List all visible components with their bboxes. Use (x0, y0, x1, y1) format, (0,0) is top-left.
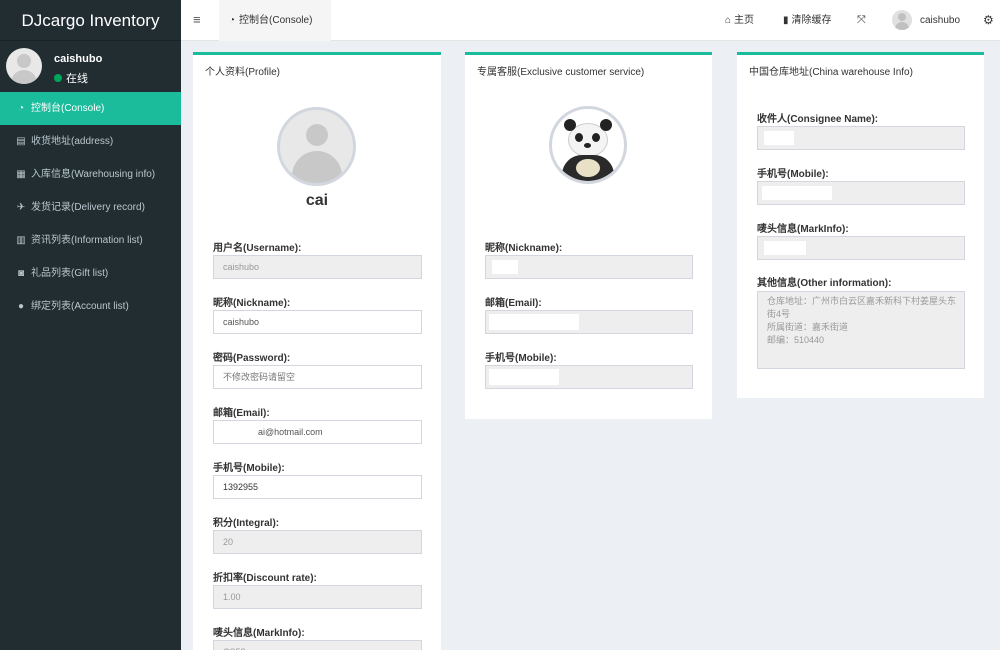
truck-icon: ✈ (16, 202, 26, 213)
password-label: 密码(Password): (213, 353, 291, 364)
sidebar-item-label: 控制台(Console) (31, 103, 105, 114)
sidebar-item-label: 入库信息(Warehousing info) (31, 169, 156, 180)
globe-icon: ● (17, 301, 25, 312)
username-label: 用户名(Username): (213, 243, 302, 254)
service-mobile-field (485, 365, 693, 389)
avatar (892, 10, 912, 31)
sidebar-item-address[interactable]: ▤ 收货地址(address) (0, 125, 181, 158)
mobile-field[interactable] (213, 475, 422, 499)
warehouse-markinfo-field (757, 236, 965, 260)
service-title: 专属客服(Exclusive customer service) (477, 67, 645, 78)
service-email-label: 邮箱(Email): (485, 298, 542, 309)
username-field (213, 255, 422, 279)
sidebar-item-label: 绑定列表(Account list) (31, 301, 129, 312)
inbox-icon: ▦ (16, 169, 26, 180)
dashboard-icon: ◔ (229, 15, 236, 26)
list-icon: ▥ (16, 235, 26, 246)
sidebar-menu: ◔ 控制台(Console) ▤ 收货地址(address) ▦ 入库信息(Wareh… (0, 92, 181, 323)
other-info-label: 其他信息(Other information): (757, 278, 892, 289)
sidebar-item-warehousing[interactable]: ▦ 入库信息(Warehousing info) (0, 158, 181, 191)
home-link[interactable]: ⌂ 主页 (725, 0, 754, 41)
nickname-label: 昵称(Nickname): (213, 298, 291, 309)
discount-label: 折扣率(Discount rate): (213, 573, 317, 584)
integral-label: 积分(Integral): (213, 518, 280, 529)
sidebar-item-label: 收货地址(address) (31, 136, 114, 147)
user-name: caishubo (54, 53, 103, 65)
sidebar-item-label: 资讯列表(Information list) (31, 235, 143, 246)
tab-console[interactable]: ◔ 控制台(Console) (219, 0, 331, 41)
profile-title: 个人资料(Profile) (205, 67, 281, 78)
other-info-textarea[interactable]: 仓库地址：广州市白云区嘉禾新科下村姜屋头东街4号 所属街道：嘉禾街道 邮编：51… (757, 291, 965, 369)
avatar (6, 48, 42, 84)
service-nickname-field (485, 255, 693, 279)
sidebar-item-account[interactable]: ● 绑定列表(Account list) (0, 290, 181, 323)
mobile-label: 手机号(Mobile): (213, 463, 285, 474)
online-dot-icon (54, 74, 62, 82)
user-status: 在线 (54, 70, 88, 86)
service-panel: 专属客服(Exclusive customer service) 昵称(Nick… (465, 52, 712, 419)
sidebar: DJcargo Inventory caishubo 在线 ◔ 控制台(Conso… (0, 0, 181, 650)
sidebar-item-label: 礼品列表(Gift list) (31, 268, 109, 279)
integral-field (213, 530, 422, 554)
markinfo-field (213, 640, 422, 650)
settings-gear-icon[interactable]: ⚙ (983, 0, 994, 41)
nickname-field[interactable] (213, 310, 422, 334)
sidebar-item-console[interactable]: ◔ 控制台(Console) (0, 92, 181, 125)
warehouse-mobile-label: 手机号(Mobile): (757, 169, 829, 180)
gift-icon: ◙ (17, 268, 25, 279)
markinfo-label: 唛头信息(MarkInfo): (213, 628, 305, 639)
top-header: ≡ ◔ 控制台(Console) ⌂ 主页 ▮ 清除缓存 ⤧ caishubo ⚙ (181, 0, 1000, 41)
header-user-name: caishubo (920, 15, 961, 26)
address-card-icon: ▤ (16, 136, 26, 147)
home-label: 主页 (734, 15, 755, 26)
warehouse-markinfo-label: 唛头信息(MarkInfo): (757, 224, 849, 235)
profile-display-name: cai (305, 192, 329, 209)
email-label: 邮箱(Email): (213, 408, 270, 419)
profile-avatar (277, 107, 356, 186)
password-field[interactable] (213, 365, 422, 389)
menu-toggle-icon[interactable]: ≡ (193, 12, 201, 27)
warehouse-mobile-field (757, 181, 965, 205)
clear-cache-button[interactable]: ▮ 清除缓存 (783, 0, 832, 41)
fullscreen-icon[interactable]: ⤧ (857, 0, 866, 41)
discount-field (213, 585, 422, 609)
warehouse-panel: 中国仓库地址(China warehouse Info) 收件人(Consign… (737, 52, 984, 398)
user-status-text: 在线 (66, 73, 88, 85)
consignee-field (757, 126, 965, 150)
warehouse-title: 中国仓库地址(China warehouse Info) (749, 67, 913, 78)
dashboard-icon: ◔ (17, 103, 25, 114)
clear-cache-label: 清除缓存 (791, 15, 832, 26)
consignee-label: 收件人(Consignee Name): (757, 114, 879, 125)
service-nickname-label: 昵称(Nickname): (485, 243, 563, 254)
profile-panel: 个人资料(Profile) cai 用户名(Username): 昵称(Nick… (193, 52, 441, 650)
sidebar-item-label: 发货记录(Delivery record) (31, 202, 145, 213)
user-menu[interactable]: caishubo (892, 0, 960, 41)
user-panel: caishubo 在线 (0, 45, 181, 95)
app-title[interactable]: DJcargo Inventory (0, 0, 181, 41)
home-icon: ⌂ (725, 15, 732, 26)
email-field[interactable] (213, 420, 422, 444)
trash-icon: ▮ (783, 15, 789, 26)
panda-avatar-icon (549, 106, 627, 184)
tab-console-label: 控制台(Console) (239, 15, 313, 26)
service-email-field (485, 310, 693, 334)
sidebar-item-delivery[interactable]: ✈ 发货记录(Delivery record) (0, 191, 181, 224)
service-mobile-label: 手机号(Mobile): (485, 353, 557, 364)
sidebar-item-information[interactable]: ▥ 资讯列表(Information list) (0, 224, 181, 257)
sidebar-item-gift[interactable]: ◙ 礼品列表(Gift list) (0, 257, 181, 290)
